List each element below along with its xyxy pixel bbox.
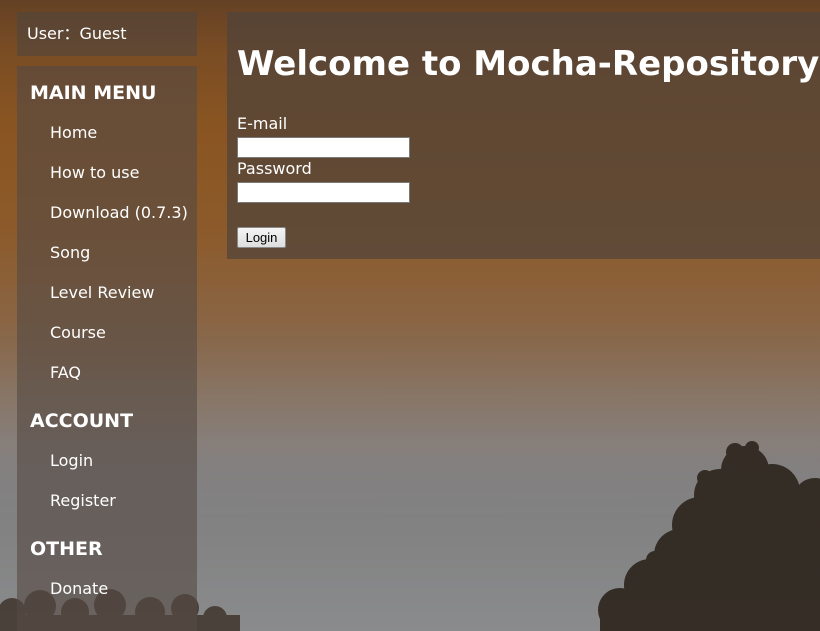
- section-heading-other: OTHER: [30, 538, 103, 560]
- sidebar-item-donate[interactable]: Donate: [50, 578, 108, 600]
- email-field[interactable]: [237, 137, 410, 158]
- sidebar-item-song[interactable]: Song: [50, 242, 90, 264]
- login-button[interactable]: Login: [237, 227, 286, 248]
- password-field[interactable]: [237, 182, 410, 203]
- sidebar-item-download[interactable]: Download (0.7.3): [50, 202, 188, 224]
- page-title: Welcome to Mocha-Repository: [237, 44, 820, 84]
- sidebar-item-how-to-use[interactable]: How to use: [50, 162, 139, 184]
- section-heading-account: ACCOUNT: [30, 410, 134, 432]
- user-status-box: User：Guest: [17, 12, 197, 56]
- sidebar-item-level-review[interactable]: Level Review: [50, 282, 154, 304]
- login-panel: Welcome to Mocha-Repository E-mail Passw…: [227, 12, 820, 259]
- section-heading-main-menu: MAIN MENU: [30, 82, 157, 104]
- sidebar-menu: MAIN MENU Home How to use Download (0.7.…: [17, 66, 197, 631]
- sidebar-item-faq[interactable]: FAQ: [50, 362, 81, 384]
- sidebar-item-register[interactable]: Register: [50, 490, 116, 512]
- user-status-text: User：Guest: [27, 24, 127, 43]
- sidebar-item-login[interactable]: Login: [50, 450, 93, 472]
- password-label: Password: [237, 159, 312, 178]
- sidebar-item-home[interactable]: Home: [50, 122, 97, 144]
- email-label: E-mail: [237, 114, 288, 133]
- sidebar-item-course[interactable]: Course: [50, 322, 106, 344]
